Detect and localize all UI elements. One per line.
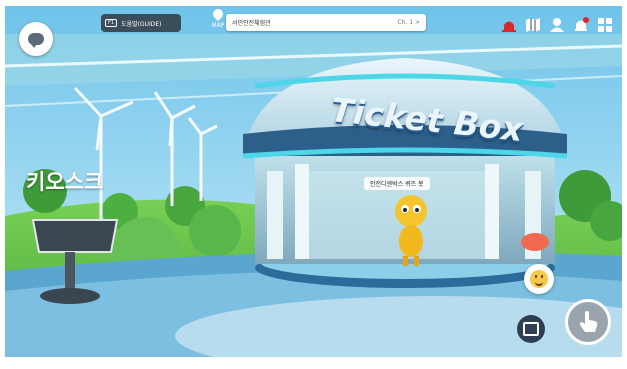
hand-pointer-icon <box>579 311 598 332</box>
kiosk-label[interactable]: 키오스크 <box>26 166 103 196</box>
top-right-toolbar <box>500 16 614 34</box>
alarm-icon[interactable] <box>500 16 518 34</box>
top-hud: F1 도움말(GUIDE) MAP 서민안전체험관 Ch. 1 > <box>5 6 622 56</box>
location-name: 서민안전체험관 <box>232 20 271 27</box>
message-button[interactable] <box>517 315 545 343</box>
map-button[interactable]: MAP <box>208 6 228 37</box>
map-label: MAP <box>211 22 225 29</box>
notification-bell-icon[interactable] <box>572 16 590 34</box>
map-icon[interactable] <box>524 16 542 34</box>
interact-button[interactable] <box>565 299 611 345</box>
menu-grid-icon[interactable] <box>596 16 614 34</box>
chat-bubble-icon <box>28 33 44 48</box>
location-bar[interactable]: 서민안전체험관 Ch. 1 > <box>226 14 426 31</box>
profile-icon[interactable] <box>548 16 566 34</box>
guide-key-badge: F1 <box>105 19 118 27</box>
kiosk-object[interactable] <box>31 218 121 298</box>
channel-selector[interactable]: Ch. 1 > <box>397 19 420 26</box>
chat-button[interactable] <box>19 22 53 56</box>
smiley-icon <box>530 270 548 288</box>
npc-nameplate[interactable]: 안전디엔박스 퀴즈 봇 <box>364 177 430 190</box>
guide-label: 도움말(GUIDE) <box>121 20 162 28</box>
message-icon <box>523 322 539 336</box>
emoji-button[interactable] <box>524 264 554 294</box>
guide-button[interactable]: F1 도움말(GUIDE) <box>101 14 181 32</box>
game-viewport[interactable]: F1 도움말(GUIDE) MAP 서민안전체험관 Ch. 1 > Ticket… <box>5 6 622 357</box>
quiz-bot-character[interactable] <box>393 191 433 271</box>
map-pin-icon <box>210 6 226 22</box>
